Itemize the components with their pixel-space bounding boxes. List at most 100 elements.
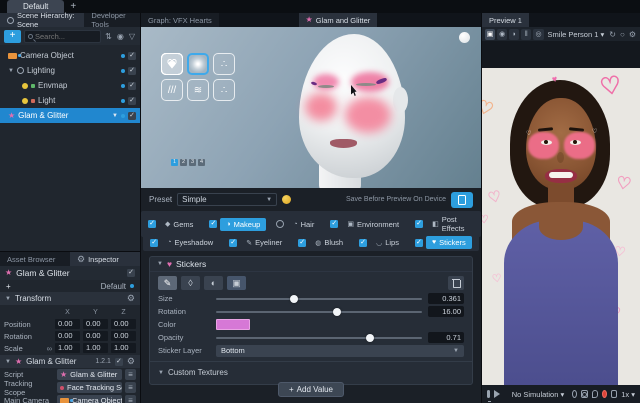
body-tracking-icon[interactable] (572, 390, 577, 398)
enabled-checkbox[interactable]: ✓ (128, 52, 136, 60)
collapse-caret-icon[interactable]: ▼ (5, 359, 11, 365)
makeup-checkbox[interactable]: ✓ (209, 220, 217, 228)
category-environment[interactable]: ✓ ▣Environment (326, 218, 409, 231)
post-effects-checkbox[interactable]: ✓ (415, 220, 423, 228)
script-field[interactable]: ★Glam & Glitter (57, 369, 122, 380)
stickers-checkbox[interactable]: ✓ (415, 239, 423, 247)
add-value-button[interactable]: +Add Value (278, 382, 344, 397)
snapcode-button[interactable]: ◗ (509, 29, 519, 40)
panel-divider[interactable] (0, 251, 140, 252)
scale-y-field[interactable]: 1.00 (83, 343, 108, 353)
hair-checkbox[interactable] (276, 220, 284, 228)
eraser-tool-button[interactable]: ◊ (181, 276, 200, 290)
pause-button[interactable]: ‖ (521, 29, 531, 40)
scene-viewport[interactable]: ● ∴ /// ≋ ∴ ♡ ♥ ♥ ♥ ♡ ♡ 1 2 3 4 (141, 27, 481, 188)
rotation-value[interactable]: 16.00 (428, 306, 464, 317)
collapse-caret-icon[interactable]: ▼ (158, 370, 164, 376)
component-section-header[interactable]: ▼ ★ Glam & Glitter 1.2.1 ✓ ⚙ (0, 355, 140, 368)
category-gems[interactable]: ✓ ◆Gems (144, 218, 203, 231)
component-enabled-checkbox[interactable]: ✓ (115, 358, 123, 366)
add-property-button[interactable]: + (6, 282, 11, 291)
subtab-stickers[interactable]: ✓ ♥Stickers (411, 236, 476, 249)
picker-icon[interactable]: ≡ (125, 369, 136, 380)
rotation-y-field[interactable]: 0.00 (83, 331, 108, 341)
simulation-select[interactable]: No Simulation ▾ (512, 390, 565, 399)
screenshot-icon[interactable] (611, 390, 617, 398)
position-z-field[interactable]: 0.00 (111, 319, 136, 329)
panel-divider[interactable] (481, 13, 482, 403)
tracking-scope-field[interactable]: Face Tracking Scope (57, 382, 122, 393)
tab-glam-and-glitter[interactable]: ★ Glam and Glitter (299, 13, 378, 27)
sticker-layer-select[interactable]: Bottom▼ (216, 345, 464, 357)
search-input[interactable] (35, 32, 97, 41)
rotate-device-icon[interactable]: ↻ (608, 30, 617, 39)
visibility-icon[interactable]: ◉ (116, 32, 125, 41)
blush-checkbox[interactable]: ✓ (298, 239, 306, 247)
category-makeup[interactable]: ✓ ◑Makeup (205, 218, 270, 231)
chat-bubble-icon[interactable] (592, 390, 598, 398)
rotation-slider-thumb[interactable] (333, 308, 341, 316)
size-value[interactable]: 0.361 (428, 293, 464, 304)
speaker-icon[interactable] (494, 390, 504, 398)
chevron-down-icon[interactable]: ▼ (112, 113, 118, 119)
tree-item-camera-object[interactable]: Camera Object ✓ (0, 48, 140, 63)
tab-inspector[interactable]: ⚙ Inspector (70, 252, 140, 266)
eyeshadow-checkbox[interactable]: ✓ (150, 239, 158, 247)
tree-item-lighting[interactable]: ▼ Lighting ✓ (0, 63, 140, 78)
filter-icon[interactable]: ▽ (128, 32, 136, 41)
sticker-tile-speckle[interactable]: ∴ (213, 79, 235, 101)
page-4[interactable]: 4 (198, 159, 205, 166)
enabled-checkbox[interactable]: ✓ (128, 82, 136, 90)
tab-graph-vfx-hearts[interactable]: Graph: VFX Hearts (141, 13, 219, 27)
brush-tool-button[interactable]: ✎ (158, 276, 177, 290)
main-camera-field[interactable]: Camera Object : Camera (57, 395, 122, 403)
position-y-field[interactable]: 0.00 (83, 319, 108, 329)
delete-button[interactable] (448, 276, 464, 290)
panel-divider[interactable] (140, 13, 141, 403)
person-select[interactable]: Smile Person 1 ▾ (548, 30, 605, 39)
gear-icon[interactable]: ⚙ (127, 356, 135, 367)
record-button[interactable] (602, 390, 607, 398)
scale-x-field[interactable]: 1.00 (55, 343, 80, 353)
subtab-blush[interactable]: ✓ ◍Blush (294, 236, 353, 249)
gems-checkbox[interactable]: ✓ (148, 220, 156, 228)
preset-select[interactable]: Simple▼ (177, 193, 277, 206)
transform-section-header[interactable]: ▼ Transform ⚙ (0, 292, 140, 305)
tab-preview-1[interactable]: Preview 1 (482, 13, 529, 27)
camera-capture-icon[interactable] (581, 390, 588, 398)
send-to-device-button[interactable] (451, 192, 473, 208)
size-slider-thumb[interactable] (290, 295, 298, 303)
page-3[interactable]: 3 (189, 159, 196, 166)
collapse-caret-icon[interactable]: ▼ (157, 261, 163, 267)
circle-icon[interactable]: ○ (619, 30, 626, 39)
enabled-checkbox[interactable]: ✓ (128, 67, 136, 75)
enabled-checkbox[interactable]: ✓ (128, 112, 136, 120)
gear-icon[interactable]: ⚙ (127, 293, 135, 304)
webcam-button[interactable]: ◉ (497, 29, 507, 40)
gear-icon[interactable]: ⚙ (628, 30, 637, 39)
eyeliner-checkbox[interactable]: ✓ (229, 239, 237, 247)
subtab-eyeshadow[interactable]: ✓ ◔Eyeshadow (146, 236, 223, 249)
mirror-tool-button[interactable]: ◐ (204, 276, 223, 290)
playback-speed-select[interactable]: 1x ▾ (621, 390, 635, 399)
sort-icon[interactable]: ⇅ (104, 32, 113, 41)
sticker-tile-scribble[interactable]: ≋ (187, 79, 209, 101)
scale-link-icon[interactable]: ∞ (47, 344, 52, 353)
opacity-value[interactable]: 0.71 (428, 332, 464, 343)
opacity-slider-thumb[interactable] (366, 334, 374, 342)
tab-scene-hierarchy[interactable]: Scene Hierarchy: Scene (0, 13, 84, 27)
eye-button[interactable]: ◎ (533, 29, 543, 40)
sticker-tile-sparkle-dots[interactable]: ∴ (213, 53, 235, 75)
tree-item-light[interactable]: Light ✓ (0, 93, 140, 108)
position-x-field[interactable]: 0.00 (55, 319, 80, 329)
sticker-tile-slashes[interactable]: /// (161, 79, 183, 101)
subtab-lips[interactable]: ✓ ◡Lips (355, 236, 409, 249)
preview-image[interactable]: ♡♡♡♡♡♡♡♡♡♡ ♥ ♡ ♡ (482, 68, 640, 385)
subtab-eyeliner[interactable]: ✓ ✎Eyeliner (225, 236, 292, 249)
lips-checkbox[interactable]: ✓ (359, 239, 367, 247)
search-input-wrap[interactable] (24, 30, 101, 43)
picker-icon[interactable]: ≡ (125, 382, 136, 393)
opacity-slider[interactable] (216, 337, 422, 339)
sticker-tile-plain-heart[interactable]: ♡ (161, 53, 183, 75)
collapse-caret-icon[interactable]: ▼ (5, 296, 11, 302)
